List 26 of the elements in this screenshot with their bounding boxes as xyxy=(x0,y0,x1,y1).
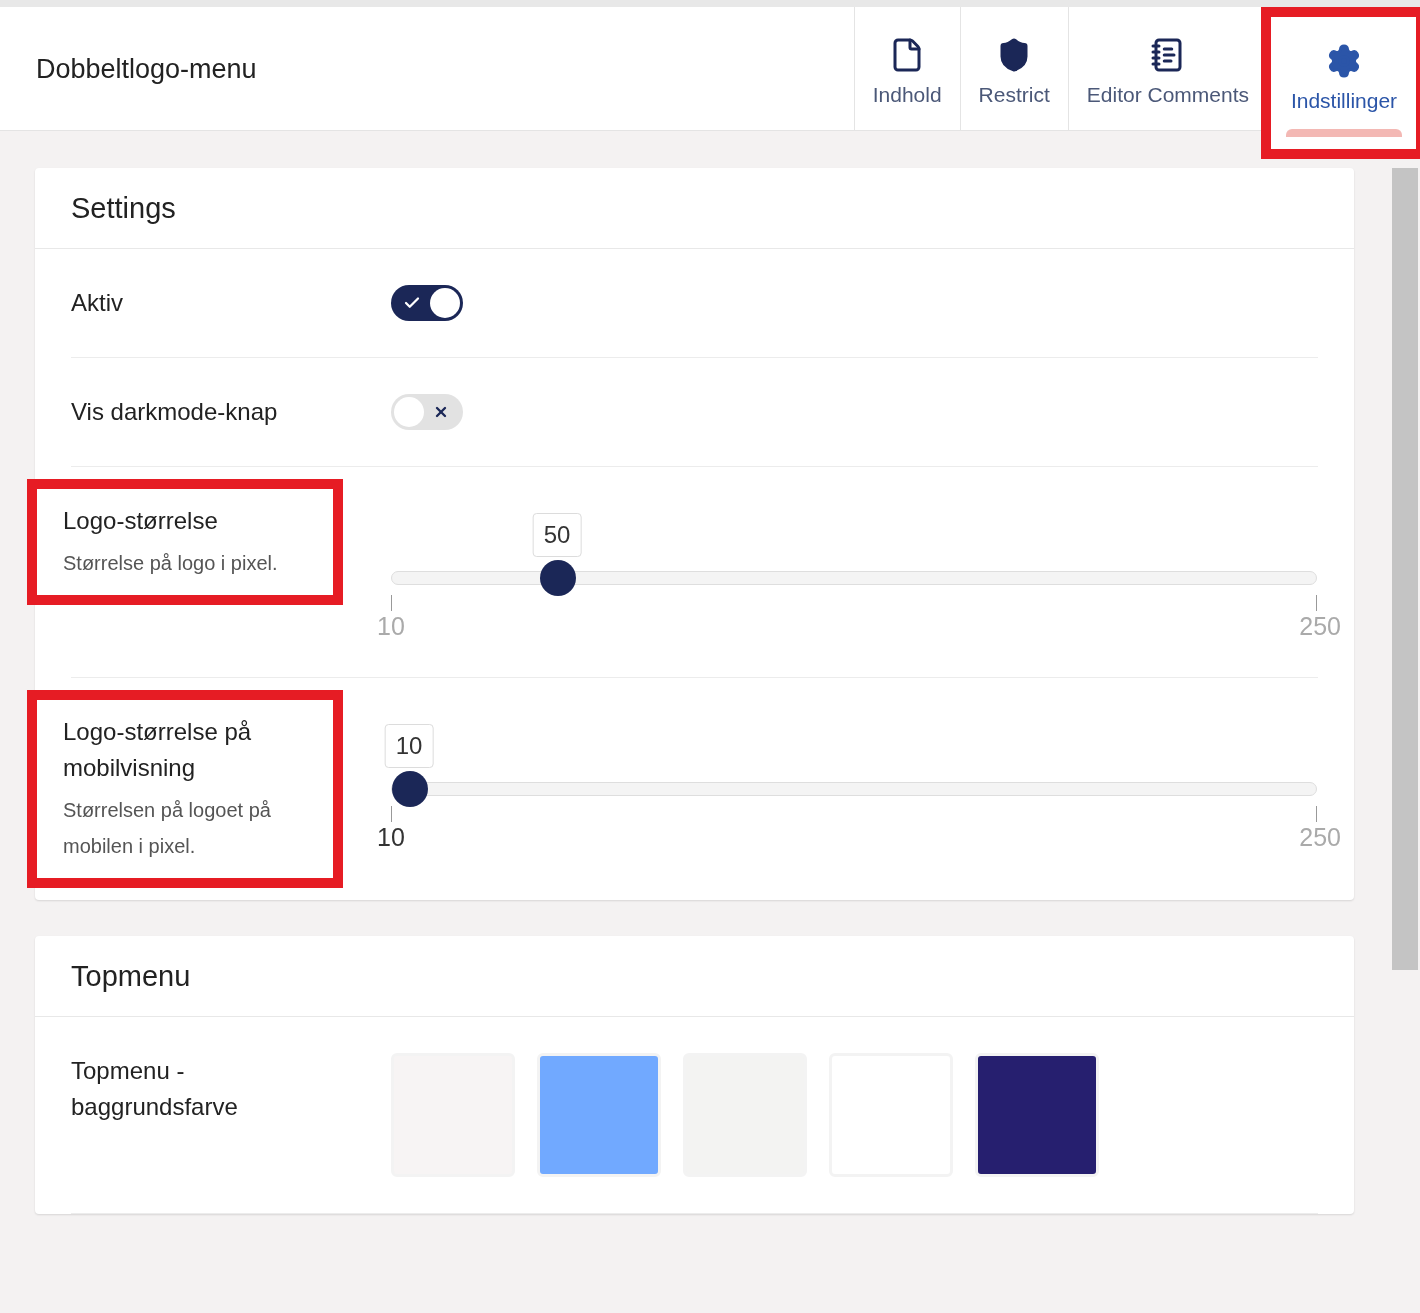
x-icon xyxy=(433,404,449,420)
toggle-switch[interactable] xyxy=(391,285,463,321)
slider-max-label: 250 xyxy=(1299,822,1341,852)
slider-thumb[interactable] xyxy=(392,771,428,807)
slider-value: 10 xyxy=(384,724,434,768)
setting-label: Logo-størrelse på mobilvisning xyxy=(63,717,253,783)
slider-thumb[interactable] xyxy=(540,560,576,596)
slider-max-label: 250 xyxy=(1299,611,1341,641)
slider-min-label: 10 xyxy=(377,822,405,852)
slider-min-label: 10 xyxy=(377,611,405,641)
color-swatch[interactable] xyxy=(537,1053,661,1177)
setting-label: Vis darkmode-knap xyxy=(71,397,279,427)
toggle-switch[interactable] xyxy=(391,394,463,430)
tab[interactable]: Restrict xyxy=(959,7,1068,130)
slider-value: 50 xyxy=(532,513,582,557)
setting-label: Aktiv xyxy=(71,288,124,318)
scrollbar[interactable] xyxy=(1392,168,1418,970)
setting-description: Størrelse på logo i pixel. xyxy=(63,551,279,576)
color-swatch[interactable] xyxy=(975,1053,1099,1177)
setting-label: Logo-størrelse xyxy=(63,506,219,536)
setting-label: Topmenu - baggrundsfarve xyxy=(71,1056,239,1122)
page-title: Dobbeltlogo-menu xyxy=(35,53,258,86)
tab[interactable]: Indhold xyxy=(853,7,960,130)
card-title: Settings xyxy=(35,168,1354,249)
setting-description: Størrelsen på logoet på mobilen i pixel. xyxy=(63,798,272,859)
card-title: Topmenu xyxy=(35,936,1354,1017)
